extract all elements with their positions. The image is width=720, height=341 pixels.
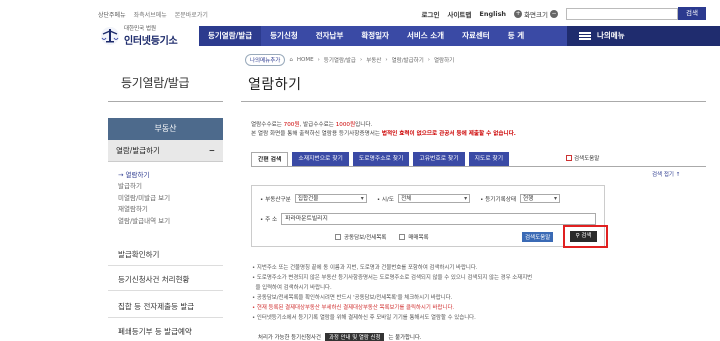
sidebar-section-real-estate[interactable]: 부동산 [108, 118, 223, 140]
search-button-highlight: ⚲ 검색 [563, 225, 608, 248]
sidebar-item-label: 열람/발급하기 [116, 146, 160, 155]
note-item: • 지번주소 또는 건물명칭 끝에 동 이름과 지번, 도로명과 건물번호를 포… [252, 265, 478, 271]
logo-subtitle: 대한민국 법원 [124, 26, 157, 32]
tab-map[interactable]: 지도로 찾기 [468, 152, 510, 167]
search-help-link[interactable]: 검색도움말 [566, 154, 599, 162]
nav-item-fixed-date[interactable]: 확정일자 [352, 26, 398, 46]
note-item: • 인터넷등기소에서 등기기록 열람을 위해 결제하신 후 모바일 기기를 통해… [252, 315, 476, 321]
submenu-item-unviewed[interactable]: 미열람/미발급 보기 [118, 193, 170, 204]
logo-title: 인터넷등기소 [124, 36, 178, 47]
sales-list-label: 매매목록 [408, 235, 429, 241]
login-link[interactable]: 로그인 [422, 9, 440, 19]
sidebar-divider [108, 101, 223, 102]
tab-unique-number[interactable]: 고유번호로 찾기 [413, 152, 465, 167]
address-label: • 주 소 [260, 217, 278, 223]
record-status-select[interactable]: 현행 [520, 194, 561, 203]
zoom-in-icon[interactable]: + [514, 9, 523, 18]
top-search-input[interactable] [566, 7, 678, 20]
top-search-button[interactable]: 검색 [678, 7, 706, 20]
hamburger-icon [579, 32, 591, 40]
my-menu-label: 나의메뉴 [597, 31, 625, 40]
my-menu-button[interactable]: 나의메뉴 [567, 26, 720, 46]
skip-link-submenu[interactable]: 좌측서브메뉴 [134, 10, 167, 19]
note-item: • 현재 등록된 결제대상부동산 부세하신 결제대상부동산 목록보기를 클릭하시… [252, 305, 455, 311]
note-item: 을 입력하여 검색하시기 바랍니다. [255, 285, 332, 291]
tab-road-address[interactable]: 도로명주소로 찾기 [352, 152, 410, 167]
breadcrumb-view-issue[interactable]: 열람/발급하기 [392, 56, 424, 64]
city-label: • 시/도 [376, 196, 395, 203]
help-icon [566, 155, 572, 161]
submenu-item-issue[interactable]: 발급하기 [118, 181, 170, 192]
sitemap-link[interactable]: 사이트맵 [447, 9, 471, 19]
property-type-label: • 부동산구분 [260, 196, 291, 203]
search-collapse-toggle[interactable]: 검색 접기 ↑ [652, 170, 680, 178]
sidebar-item-view-issue[interactable]: 열람/발급하기 − [108, 140, 223, 162]
breadcrumb-real-estate[interactable]: 부동산 [366, 56, 381, 64]
joint-collateral-label: 공동담보/전세목록 [344, 235, 387, 241]
nav-item-service-intro[interactable]: 서비스 소개 [398, 26, 453, 46]
skip-link-content[interactable]: 본문바로가기 [175, 10, 208, 19]
fee-notice: 열람수수료는 700원, 발급수수료는 1000원입니다. [251, 122, 373, 128]
property-type-select[interactable]: 집합건물 [294, 194, 367, 203]
search-row-3: 공동담보/전세목록 매매목록 [335, 233, 429, 241]
nav-item-e-payment[interactable]: 전자납부 [307, 26, 353, 46]
zoom-out-icon[interactable]: − [550, 9, 558, 18]
search-tabs: 간편 검색 소재지번으로 찾기 도로명주소로 찾기 고유번호로 찾기 지도로 찾… [251, 152, 510, 167]
process-text: 처리가 가능한 등기신청사건 [258, 335, 321, 341]
breadcrumb: 나의메뉴추가 ⌂ HOME › 등기열람/발급 › 부동산 › 열람/발급하기 › 열람… [245, 54, 454, 66]
court-emblem-icon [100, 26, 120, 46]
page-title: 열람하기 [248, 77, 302, 93]
search-icon: ⚲ [575, 233, 580, 239]
sidebar-item-collective-issue[interactable]: 집합 등 전자제출등 발급 [108, 296, 223, 318]
process-text-end: 는 불가합니다. [388, 335, 422, 341]
sidebar-item-closed-register[interactable]: 폐쇄등기부 등 발급예약 [108, 321, 223, 341]
breadcrumb-current: 열람하기 [434, 58, 455, 64]
search-row-1: • 부동산구분 집합건물 • 시/도 전체 • 등기기록상태 현행 [260, 194, 561, 203]
english-link[interactable]: English [479, 10, 506, 18]
zoom-control: + 화면크기 − [514, 9, 558, 19]
search-panel: • 부동산구분 집합건물 • 시/도 전체 • 등기기록상태 현행 • 주 소 … [251, 185, 605, 247]
city-select[interactable]: 전체 [398, 194, 471, 203]
top-utility-bar: 상단주메뉴 좌측서브메뉴 본문바로가기 로그인 사이트맵 English + 화… [0, 0, 720, 26]
collapse-icon: − [208, 146, 215, 155]
nav-item-registry-view[interactable]: 등기열람/발급 [199, 26, 262, 46]
tab-simple-search[interactable]: 간편 검색 [251, 152, 289, 167]
zoom-label: 화면크기 [524, 10, 548, 19]
search-help-button[interactable]: 검색도움말 [522, 232, 554, 242]
note-item: • 도로명주소가 변경되지 않은 부동산 등기사항증명서는 도로명주소로 검색되… [252, 275, 533, 281]
nav-item-registry-apply[interactable]: 등기신청 [261, 26, 307, 46]
submenu-item-review[interactable]: 재열람하기 [118, 204, 170, 215]
process-guide-button[interactable]: 과정 안내 및 열람 신청 [324, 333, 385, 341]
search-button[interactable]: ⚲ 검색 [570, 231, 597, 242]
note-item: • 공동담보/전세목록을 확인하시려면 반드시 '공동담보/전세목록'을 체크하… [252, 295, 453, 301]
sidebar-item-case-status[interactable]: 등기신청사건 처리현황 [108, 269, 223, 291]
sales-list-checkbox[interactable] [399, 234, 406, 240]
joint-collateral-checkbox[interactable] [335, 234, 341, 240]
title-divider [241, 101, 706, 102]
site-logo[interactable]: 대한민국 법원 인터넷등기소 [100, 24, 178, 47]
sidebar-item-issue-confirm[interactable]: 발급확인하기 [108, 244, 223, 266]
skip-links: 상단주메뉴 좌측서브메뉴 본문바로가기 [98, 10, 208, 19]
address-input[interactable]: 파라마운트빌리지 [281, 213, 597, 225]
nav-item-more[interactable]: 등 게 [499, 26, 533, 46]
sidebar-submenu: → 열람하기 발급하기 미열람/미발급 보기 재열람하기 열람/발급내역 보기 [118, 170, 170, 227]
usage-notes: • 지번주소 또는 건물명칭 끝에 동 이름과 지번, 도로명과 건물번호를 포… [252, 263, 710, 323]
process-links: 처리가 가능한 등기신청사건 과정 안내 및 열람 신청 는 불가합니다. [258, 333, 422, 341]
logo-text: 대한민국 법원 인터넷등기소 [124, 24, 178, 47]
submenu-item-view[interactable]: → 열람하기 [118, 170, 170, 181]
breadcrumb-home[interactable]: HOME [297, 57, 314, 63]
legal-notice: 본 열람 화면을 통해 출력하신 열람용 등기사항증명서는 법적인 효력이 없으… [251, 131, 516, 137]
nav-item-resource-center[interactable]: 자료센터 [453, 26, 499, 46]
sidebar-title: 등기열람/발급 [121, 76, 190, 90]
search-row-2: • 주 소 파라마운트빌리지 [260, 213, 597, 225]
top-right-links: 로그인 사이트맵 English + 화면크기 − 검색 [422, 7, 706, 20]
home-icon[interactable]: ⌂ [289, 57, 293, 63]
skip-link-mainmenu[interactable]: 상단주메뉴 [98, 10, 126, 19]
submenu-item-history[interactable]: 열람/발급내역 보기 [118, 216, 170, 227]
breadcrumb-registry[interactable]: 등기열람/발급 [324, 56, 356, 64]
record-status-label: • 등기기록상태 [480, 196, 517, 203]
tabs-divider [251, 166, 706, 167]
add-my-menu-button[interactable]: 나의메뉴추가 [245, 54, 286, 66]
tab-lot-number[interactable]: 소재지번으로 찾기 [292, 152, 349, 167]
